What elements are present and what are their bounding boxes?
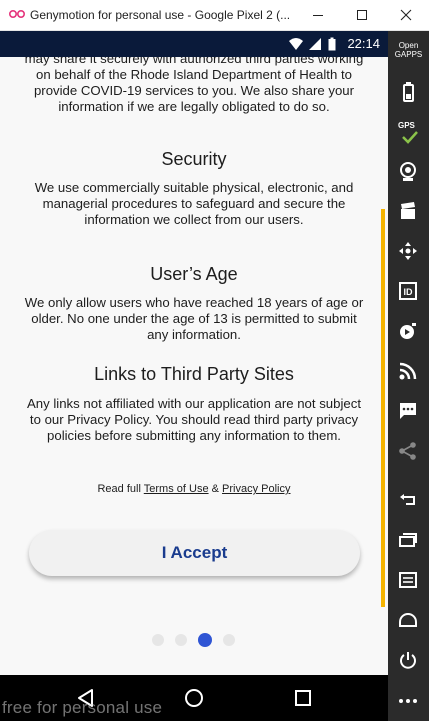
maximize-icon [357,10,367,20]
window-title: Genymotion for personal use - Google Pix… [30,8,291,22]
terms-of-use-link[interactable]: Terms of Use [144,483,209,495]
clapperboard-icon [401,202,415,219]
recent-apps-side-button[interactable] [388,526,429,556]
open-gapps-button[interactable]: Open GAPPS [388,41,429,59]
network-widget-button[interactable] [388,357,429,387]
screencast-widget-button[interactable] [388,197,429,227]
move-arrows-icon [399,242,417,260]
status-time: 22:14 [347,36,380,51]
menu-side-button[interactable] [388,566,429,596]
open-gapps-label-line2: GAPPS [394,50,423,59]
more-side-button[interactable] [388,687,429,717]
scroll-indicator [381,209,385,607]
security-heading: Security [161,149,227,169]
legal-links-line: Read full Terms of Use & Privacy Policy [20,483,368,495]
back-arrow-icon [400,494,415,505]
message-icon [400,403,416,419]
webcam-icon [400,162,416,181]
personal-use-watermark: free for personal use [2,698,163,717]
battery-icon [328,37,336,51]
security-paragraph: We use commercially suitable physical, e… [34,180,354,227]
battery-widget-icon [403,82,414,102]
home-dome-icon [399,613,417,627]
share-icon [399,442,416,460]
wifi-icon [289,38,303,50]
more-dots-icon [399,699,417,703]
page-dot-1[interactable] [152,634,164,646]
id-card-icon: ID [399,282,417,300]
home-button[interactable] [164,675,224,721]
legal-prefix: Read full [97,483,141,495]
privacy-policy-link[interactable]: Privacy Policy [222,483,290,495]
genymotion-sidebar: Open GAPPS GPS ID [388,31,429,721]
page-dot-3-active[interactable] [198,633,212,647]
sms-widget-button[interactable] [388,397,429,427]
maximize-button[interactable] [341,0,385,31]
recents-button[interactable] [273,675,333,721]
device-id-widget-button[interactable]: ID [388,277,429,307]
menu-icon [399,572,417,588]
camera-widget-button[interactable] [388,157,429,187]
page-dot-2[interactable] [175,634,187,646]
media-play-icon [400,323,416,339]
recents-square-icon [295,690,311,706]
home-side-button[interactable] [388,606,429,636]
window-titlebar: Genymotion for personal use - Google Pix… [0,0,429,31]
recent-apps-icon [399,533,417,547]
android-status-bar: 22:14 [0,31,388,57]
gps-widget-button[interactable]: GPS [388,117,429,147]
page-dot-4[interactable] [223,634,235,646]
users-age-paragraph: We only allow users who have reached 18 … [24,295,364,342]
genymotion-logo-icon [9,10,25,18]
media-widget-button[interactable] [388,317,429,347]
home-circle-icon [185,689,203,707]
privacy-policy-screen[interactable]: may share it securely with authorized th… [0,57,388,675]
close-window-button[interactable] [385,0,429,31]
accept-button[interactable]: I Accept [29,530,360,576]
minimize-icon [313,15,323,16]
rss-icon [399,362,417,380]
intro-paragraph: may share it securely with authorized th… [24,57,364,114]
battery-widget-button[interactable] [388,77,429,107]
remote-control-widget-button[interactable] [388,237,429,267]
share-widget-button[interactable] [388,437,429,467]
svg-text:ID: ID [404,287,414,297]
gps-check-icon [402,131,418,144]
minimize-button[interactable] [297,0,341,31]
power-icon [400,652,416,669]
third-party-links-heading: Links to Third Party Sites [94,364,294,384]
legal-ampersand: & [211,483,219,495]
open-gapps-label-line1: Open [398,41,419,50]
signal-icon [309,38,321,50]
users-age-heading: User’s Age [150,264,238,284]
back-side-button[interactable] [388,486,429,516]
close-icon [400,9,412,21]
power-side-button[interactable] [388,646,429,676]
third-party-links-paragraph: Any links not affiliated with our applic… [26,396,362,443]
